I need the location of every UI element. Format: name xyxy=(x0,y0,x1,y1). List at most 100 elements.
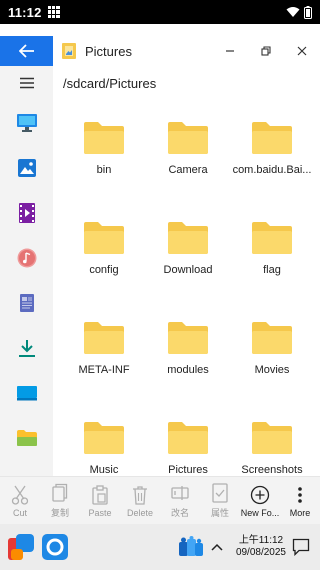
status-bar: 11:12 xyxy=(0,0,320,24)
taskbar-clock[interactable]: 上午11:12 09/08/2025 xyxy=(236,535,286,559)
start-button[interactable] xyxy=(4,530,38,564)
folder-item-meta-inf[interactable]: META-INF xyxy=(61,320,147,376)
cut-button[interactable]: Cut xyxy=(0,477,40,524)
minimize-icon xyxy=(226,50,234,52)
folder-label: Camera xyxy=(168,164,208,176)
sidebar-item-pictures[interactable] xyxy=(0,145,53,190)
picture-icon xyxy=(17,158,36,177)
folder-label: bin xyxy=(96,164,112,176)
browser-icon xyxy=(42,534,68,560)
sidebar-item-downloads[interactable] xyxy=(0,325,53,370)
more-label: More xyxy=(289,507,311,518)
folder-icon xyxy=(168,422,208,454)
hamburger-icon xyxy=(19,77,34,89)
folder-label: com.baidu.Bai... xyxy=(232,164,312,176)
folder-label: Pictures xyxy=(168,464,208,476)
folder-icon xyxy=(84,322,124,354)
trash-icon xyxy=(133,485,147,505)
sidebar-item-documents[interactable] xyxy=(0,280,53,325)
folder-item-flag[interactable]: flag xyxy=(229,220,315,276)
taskbar-date: 09/08/2025 xyxy=(235,547,286,558)
sidebar-item-music[interactable] xyxy=(0,235,53,280)
folder-item-pictures[interactable]: Pictures xyxy=(145,420,231,476)
cut-label: Cut xyxy=(12,507,27,518)
folder-icon xyxy=(84,422,124,454)
properties-button[interactable]: 属性 xyxy=(200,477,240,524)
user-group-button[interactable] xyxy=(176,532,206,562)
folder-icon xyxy=(84,222,124,254)
top-band xyxy=(0,24,320,36)
sidebar-item-desktop[interactable] xyxy=(0,370,53,415)
folder-label: META-INF xyxy=(78,364,130,376)
folder-icon xyxy=(168,322,208,354)
taskbar-time: 上午11:12 xyxy=(238,535,284,546)
back-button[interactable] xyxy=(0,36,53,66)
document-icon xyxy=(19,293,34,312)
folder-icon xyxy=(252,222,292,254)
monitor-icon xyxy=(16,113,37,132)
folder-item-movies[interactable]: Movies xyxy=(229,320,315,376)
paste-button[interactable]: Paste xyxy=(80,477,120,524)
users-icon xyxy=(178,536,203,556)
sidebar-item-computer[interactable] xyxy=(0,100,53,145)
scissors-icon xyxy=(11,485,29,505)
paste-label: Paste xyxy=(88,507,112,518)
close-button[interactable] xyxy=(284,36,320,66)
folder-icon xyxy=(252,422,292,454)
new-folder-button[interactable]: New Fo... xyxy=(240,477,280,524)
folder-icon xyxy=(252,322,292,354)
close-icon xyxy=(297,46,307,56)
rename-button[interactable]: 改名 xyxy=(160,477,200,524)
copy-label: 复制 xyxy=(50,508,69,518)
message-icon xyxy=(292,538,310,556)
folder-item-download[interactable]: Download xyxy=(145,220,231,276)
folder-item-bin[interactable]: bin xyxy=(61,120,147,176)
minimize-button[interactable] xyxy=(212,36,248,66)
properties-label: 属性 xyxy=(210,508,229,518)
hamburger-menu-button[interactable] xyxy=(19,66,35,100)
path-bar[interactable]: /sdcard/Pictures xyxy=(53,66,320,100)
arrow-left-icon xyxy=(18,44,34,58)
sidebar xyxy=(0,66,53,476)
folder-icon xyxy=(84,122,124,154)
folder-item-config[interactable]: config xyxy=(61,220,147,276)
battery-icon xyxy=(304,5,312,19)
notifications-button[interactable] xyxy=(286,532,316,562)
folder-item-music[interactable]: Music xyxy=(61,420,147,476)
current-path: /sdcard/Pictures xyxy=(63,75,157,91)
sidebar-item-videos[interactable] xyxy=(0,190,53,235)
sidebar-item-folder[interactable] xyxy=(0,415,53,460)
folder-item-camera[interactable]: Camera xyxy=(145,120,231,176)
new-folder-label: New Fo... xyxy=(240,507,280,518)
folder-label: flag xyxy=(263,264,281,276)
copy-button[interactable]: 复制 xyxy=(40,477,80,524)
properties-icon xyxy=(212,483,228,503)
green-folder-icon xyxy=(16,429,37,446)
rename-label: 改名 xyxy=(170,508,189,518)
delete-button[interactable]: Delete xyxy=(120,477,160,524)
folder-item-com-baidu[interactable]: com.baidu.Bai... xyxy=(229,120,315,176)
tray-expand-button[interactable] xyxy=(206,532,228,562)
folder-icon xyxy=(252,122,292,154)
copy-icon xyxy=(52,483,68,502)
folder-label: Download xyxy=(163,264,213,276)
desktop-icon xyxy=(16,385,37,400)
folder-pictures-icon xyxy=(62,43,76,59)
film-icon xyxy=(18,202,35,223)
folder-label: config xyxy=(89,264,119,276)
browser-taskbar-button[interactable] xyxy=(38,530,72,564)
notification-grid-icon xyxy=(47,6,60,18)
chevron-up-icon xyxy=(211,543,223,551)
folder-item-modules[interactable]: modules xyxy=(145,320,231,376)
app-launcher-icon xyxy=(8,534,34,560)
rename-icon xyxy=(171,486,189,500)
taskbar: 上午11:12 09/08/2025 xyxy=(0,524,320,570)
folder-item-screenshots[interactable]: Screenshots xyxy=(229,420,315,476)
more-vertical-icon xyxy=(298,486,302,503)
folder-label: Screenshots xyxy=(241,464,303,476)
window-title: Pictures xyxy=(85,43,132,59)
action-toolbar: Cut 复制 Paste Delete 改名 属性 New Fo... More xyxy=(0,476,320,524)
restore-button[interactable] xyxy=(248,36,284,66)
file-grid: bin Camera com.baidu.Bai... config Downl… xyxy=(53,100,320,476)
more-button[interactable]: More xyxy=(280,477,320,524)
